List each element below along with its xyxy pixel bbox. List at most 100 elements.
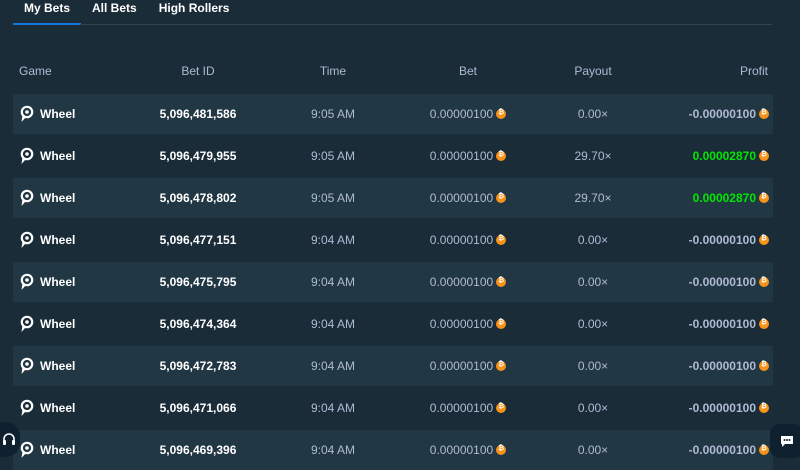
game-cell[interactable]: Wheel [13, 357, 123, 375]
bet-id[interactable]: 5,096,471,066 [123, 401, 273, 415]
game-name[interactable]: Wheel [40, 191, 75, 205]
bet-id[interactable]: 5,096,479,955 [123, 149, 273, 163]
payout: 0.00× [577, 107, 609, 121]
wheel-pin-icon [20, 105, 34, 123]
bet-amount-cell: 0.00000100 [393, 191, 543, 205]
game-name[interactable]: Wheel [40, 317, 75, 331]
bet-id[interactable]: 5,096,478,802 [123, 191, 273, 205]
game-name[interactable]: Wheel [40, 359, 75, 373]
profit-cell: -0.00000100 [643, 275, 773, 289]
bitcoin-icon [496, 192, 507, 203]
game-cell[interactable]: Wheel [13, 273, 123, 291]
bitcoin-icon [496, 234, 507, 245]
bet-amount: 0.00000100 [429, 233, 494, 247]
bet-amount-cell: 0.00000100 [393, 359, 543, 373]
payout: 0.00× [577, 359, 609, 373]
bitcoin-icon [759, 360, 769, 371]
profit-cell: -0.00000100 [643, 317, 773, 331]
bet-amount: 0.00000100 [429, 317, 494, 331]
table-row[interactable]: Wheel 5,096,481,586 9:05 AM 0.00000100 0.00×… [13, 94, 773, 134]
chat-button[interactable] [770, 424, 800, 458]
bet-id[interactable]: 5,096,469,396 [123, 443, 273, 457]
profit-amount: -0.00000100 [688, 233, 756, 247]
header-bet: Bet [458, 64, 477, 78]
bet-amount-cell: 0.00000100 [393, 443, 543, 457]
tab-my-bets[interactable]: My Bets [13, 0, 82, 26]
bitcoin-icon [496, 318, 507, 329]
game-name[interactable]: Wheel [40, 107, 75, 121]
bet-id[interactable]: 5,096,472,783 [123, 359, 273, 373]
game-cell[interactable]: Wheel [13, 231, 123, 249]
game-name[interactable]: Wheel [40, 275, 75, 289]
profit-cell: -0.00000100 [643, 107, 773, 121]
table-row[interactable]: Wheel 5,096,471,066 9:04 AM 0.00000100 0.00×… [13, 388, 773, 428]
bet-time: 9:04 AM [310, 317, 356, 331]
game-name[interactable]: Wheel [40, 443, 75, 457]
game-cell[interactable]: Wheel [13, 147, 123, 165]
bet-amount: 0.00000100 [429, 191, 494, 205]
bet-amount-cell: 0.00000100 [393, 107, 543, 121]
profit-amount: -0.00000100 [688, 359, 756, 373]
header-profit: Profit [739, 64, 768, 78]
tab-high-rollers[interactable]: High Rollers [148, 0, 241, 26]
payout: 0.00× [577, 401, 609, 415]
table-row[interactable]: Wheel 5,096,475,795 9:04 AM 0.00000100 0.00×… [13, 262, 773, 302]
bet-id[interactable]: 5,096,475,795 [123, 275, 273, 289]
profit-amount: -0.00000100 [688, 317, 756, 331]
profit-amount: 0.00002870 [692, 149, 756, 163]
table-row[interactable]: Wheel 5,096,474,364 9:04 AM 0.00000100 0.00×… [13, 304, 773, 344]
bet-amount: 0.00000100 [429, 149, 494, 163]
bitcoin-icon [496, 444, 507, 455]
game-cell[interactable]: Wheel [13, 105, 123, 123]
game-cell[interactable]: Wheel [13, 399, 123, 417]
bet-time: 9:05 AM [310, 191, 356, 205]
wheel-pin-icon [20, 273, 34, 291]
bitcoin-icon [496, 150, 507, 161]
wheel-pin-icon [20, 357, 34, 375]
bet-id[interactable]: 5,096,481,586 [123, 107, 273, 121]
wheel-pin-icon [20, 315, 34, 333]
table-row[interactable]: Wheel 5,096,478,802 9:05 AM 0.00000100 29.70… [13, 178, 773, 218]
table-row[interactable]: Wheel 5,096,469,396 9:04 AM 0.00000100 0.00×… [13, 430, 773, 470]
game-name[interactable]: Wheel [40, 233, 75, 247]
bet-id[interactable]: 5,096,474,364 [123, 317, 273, 331]
bet-time: 9:04 AM [310, 401, 356, 415]
game-cell[interactable]: Wheel [13, 441, 123, 459]
game-name[interactable]: Wheel [40, 149, 75, 163]
bet-time: 9:04 AM [310, 233, 356, 247]
tabs-divider [80, 24, 772, 25]
payout: 0.00× [577, 233, 609, 247]
bet-amount: 0.00000100 [429, 359, 494, 373]
bitcoin-icon [496, 276, 507, 287]
bet-amount: 0.00000100 [429, 443, 494, 457]
bet-id[interactable]: 5,096,477,151 [123, 233, 273, 247]
profit-cell: -0.00000100 [643, 443, 773, 457]
wheel-pin-icon [20, 441, 34, 459]
wheel-pin-icon [20, 231, 34, 249]
table-row[interactable]: Wheel 5,096,479,955 9:05 AM 0.00000100 29.70… [13, 136, 773, 176]
bet-amount-cell: 0.00000100 [393, 149, 543, 163]
bet-time: 9:05 AM [310, 149, 356, 163]
profit-cell: 0.00002870 [643, 149, 773, 163]
profit-amount: -0.00000100 [688, 275, 756, 289]
game-cell[interactable]: Wheel [13, 189, 123, 207]
wheel-pin-icon [20, 399, 34, 417]
wheel-pin-icon [20, 189, 34, 207]
payout: 0.00× [577, 317, 609, 331]
profit-cell: 0.00002870 [643, 191, 773, 205]
profit-cell: -0.00000100 [643, 233, 773, 247]
payout: 0.00× [577, 275, 609, 289]
bitcoin-icon [496, 402, 507, 413]
bet-amount-cell: 0.00000100 [393, 317, 543, 331]
table-row[interactable]: Wheel 5,096,477,151 9:04 AM 0.00000100 0.00×… [13, 220, 773, 260]
bitcoin-icon [759, 108, 769, 119]
payout: 29.70× [574, 149, 612, 163]
bitcoin-icon [759, 234, 769, 245]
bitcoin-icon [759, 318, 769, 329]
bet-time: 9:05 AM [310, 107, 356, 121]
game-name[interactable]: Wheel [40, 401, 75, 415]
game-cell[interactable]: Wheel [13, 315, 123, 333]
header-game: Game [19, 64, 52, 78]
tab-all-bets[interactable]: All Bets [81, 0, 148, 26]
table-row[interactable]: Wheel 5,096,472,783 9:04 AM 0.00000100 0.00×… [13, 346, 773, 386]
